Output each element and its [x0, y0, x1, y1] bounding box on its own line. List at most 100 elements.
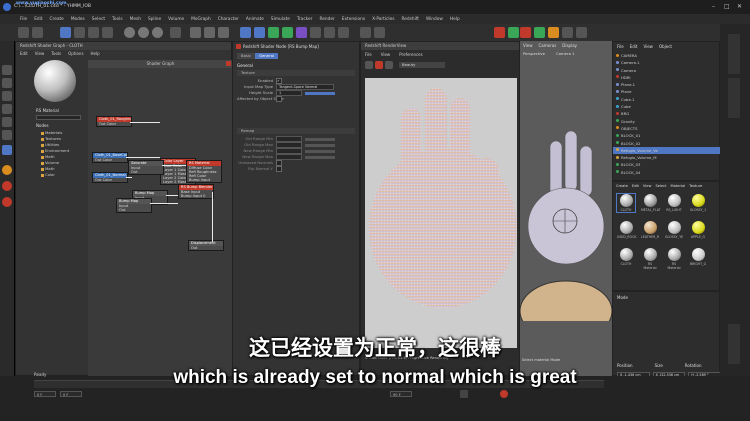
shader-node[interactable]: Cloth_01_BaseColor.jpgOut Color: [92, 152, 128, 163]
section-remap[interactable]: Remap: [237, 128, 355, 134]
menu-item[interactable]: File: [20, 17, 27, 22]
viewport-menu-item[interactable]: View: [523, 43, 533, 48]
graph-close-icon[interactable]: [226, 61, 231, 66]
soft-selection-icon[interactable]: [2, 145, 12, 155]
workplane-mode-icon[interactable]: [2, 181, 12, 191]
menu-item[interactable]: Help: [450, 17, 460, 22]
axis-mode-icon[interactable]: [2, 130, 12, 140]
object-item[interactable]: OBJECTS: [613, 125, 721, 132]
shader-menu-item[interactable]: Options: [68, 51, 83, 56]
attribute-checkbox[interactable]: [276, 96, 282, 102]
redshift-camera-icon[interactable]: [534, 27, 545, 38]
select-icon[interactable]: [60, 27, 71, 38]
material-thumbnail[interactable]: CLOTH: [617, 248, 635, 266]
scene-icon[interactable]: [310, 27, 321, 38]
axis-z-icon[interactable]: [152, 27, 163, 38]
frame-current-field[interactable]: 0 F: [60, 391, 82, 397]
camera-icon[interactable]: [324, 27, 335, 38]
play-button[interactable]: [460, 390, 468, 398]
menu-item[interactable]: X-Particles: [372, 17, 394, 22]
undo-icon[interactable]: [18, 27, 29, 38]
shader-node-port[interactable]: Out Color: [93, 158, 127, 162]
polygons-mode-icon[interactable]: [2, 104, 12, 114]
object-menu-item[interactable]: Edit: [630, 44, 638, 49]
redshift-material-icon[interactable]: [508, 27, 519, 38]
object-item[interactable]: Refugio_Volume_Ve: [613, 146, 721, 155]
menu-item[interactable]: Character: [218, 17, 239, 22]
shader-node[interactable]: Displacement Out: [188, 240, 224, 251]
menu-item[interactable]: Simulate: [271, 17, 290, 22]
shader-node[interactable]: Cloth_01_Normal.jpgOut Color: [92, 172, 128, 183]
shader-graph-canvas[interactable]: Shader Graph Cloth_01_Roughness.jpgOut C…: [88, 60, 233, 376]
remap-slider[interactable]: [305, 143, 335, 147]
shader-node[interactable]: Bump MapInputOut: [116, 198, 152, 213]
node-search-field[interactable]: [36, 115, 81, 120]
object-item[interactable]: Camera.1: [613, 59, 721, 66]
shader-node-port[interactable]: Out: [129, 170, 163, 174]
render-snapshot-icon[interactable]: [385, 61, 393, 69]
material-thumbnail[interactable]: CLOTH: [616, 193, 636, 213]
render-icon[interactable]: [204, 27, 215, 38]
shader-node-port[interactable]: Bump Input 0: [179, 194, 213, 198]
move-icon[interactable]: [74, 27, 85, 38]
material-thumbnail[interactable]: RS Material: [641, 248, 659, 270]
cube-icon[interactable]: [240, 27, 251, 38]
height-scale-slider[interactable]: [305, 91, 335, 95]
solo-icon[interactable]: [2, 197, 12, 207]
redshift-dome-icon[interactable]: [562, 27, 573, 38]
menu-item[interactable]: Animate: [246, 17, 264, 22]
shader-node[interactable]: Cloth_01_Roughness.jpgOut Color: [96, 116, 132, 127]
object-item[interactable]: Cube: [613, 103, 721, 110]
snapping-icon[interactable]: [2, 165, 12, 175]
object-item[interactable]: Plane: [613, 88, 721, 95]
viewport-menu-item[interactable]: Display: [562, 43, 577, 48]
render-stop-icon[interactable]: [375, 61, 383, 69]
coordinate-system-icon[interactable]: [170, 27, 181, 38]
shader-menu-item[interactable]: View: [35, 51, 45, 56]
object-item[interactable]: BLOCK_04: [613, 169, 721, 176]
menu-item[interactable]: Mesh: [130, 17, 141, 22]
shader-node[interactable]: Saturate Input Out: [128, 160, 164, 175]
object-menu-item[interactable]: File: [617, 44, 624, 49]
render-settings-icon[interactable]: [218, 27, 229, 38]
menu-item[interactable]: Redshift: [402, 17, 419, 22]
points-mode-icon[interactable]: [2, 78, 12, 88]
section-texture[interactable]: Texture: [237, 70, 355, 76]
side-tab-takes[interactable]: [728, 78, 740, 118]
scale-icon[interactable]: [88, 27, 99, 38]
shader-node-port[interactable]: Out Color: [97, 122, 131, 126]
menu-item[interactable]: Spline: [148, 17, 161, 22]
menu-item[interactable]: MoGraph: [191, 17, 211, 22]
material-menu-item[interactable]: Edit: [632, 184, 639, 188]
frame-start-field[interactable]: 0 F: [34, 391, 56, 397]
material-menu-item[interactable]: Texture: [689, 184, 702, 188]
material-thumbnail[interactable]: RS_LIGHT: [665, 194, 683, 212]
texture-mode-icon[interactable]: [2, 117, 12, 127]
material-thumbnail[interactable]: RS Material: [665, 248, 683, 270]
material-menu-item[interactable]: View: [643, 184, 652, 188]
viewport-camera[interactable]: Camera 1: [556, 51, 575, 56]
object-item[interactable]: Camera: [613, 67, 721, 74]
viewport-menu-item[interactable]: Cameras: [539, 43, 557, 48]
object-menu-item[interactable]: Object: [659, 44, 672, 49]
shader-node[interactable]: RS Bump Blender Base Input Bump Input 0: [178, 184, 214, 199]
object-item[interactable]: BLOCK_01: [613, 132, 721, 139]
maximize-button[interactable]: □: [724, 3, 730, 10]
material-thumbnail[interactable]: GLOSSY_1: [689, 194, 707, 212]
minimize-button[interactable]: –: [712, 3, 715, 10]
deformer-icon[interactable]: [296, 27, 307, 38]
material-thumbnail[interactable]: METAL_FLAT: [641, 194, 661, 212]
material-thumbnail[interactable]: APPLE_G: [689, 221, 707, 239]
edges-mode-icon[interactable]: [2, 91, 12, 101]
material-menu-item[interactable]: Select: [655, 184, 666, 188]
material-menu-item[interactable]: Create: [616, 184, 628, 188]
object-item[interactable]: Plane.1: [613, 81, 721, 88]
material-thumbnail[interactable]: LEATHER_R: [641, 221, 659, 239]
shader-node-port[interactable]: Out Color: [93, 178, 127, 182]
menu-item[interactable]: Window: [426, 17, 443, 22]
material-thumbnail[interactable]: USED_ROCK: [617, 221, 636, 239]
subdivision-icon[interactable]: [268, 27, 279, 38]
object-item[interactable]: BLOCK_03: [613, 161, 721, 168]
side-tab-objects[interactable]: [728, 34, 740, 74]
redshift-light-icon[interactable]: [494, 27, 505, 38]
